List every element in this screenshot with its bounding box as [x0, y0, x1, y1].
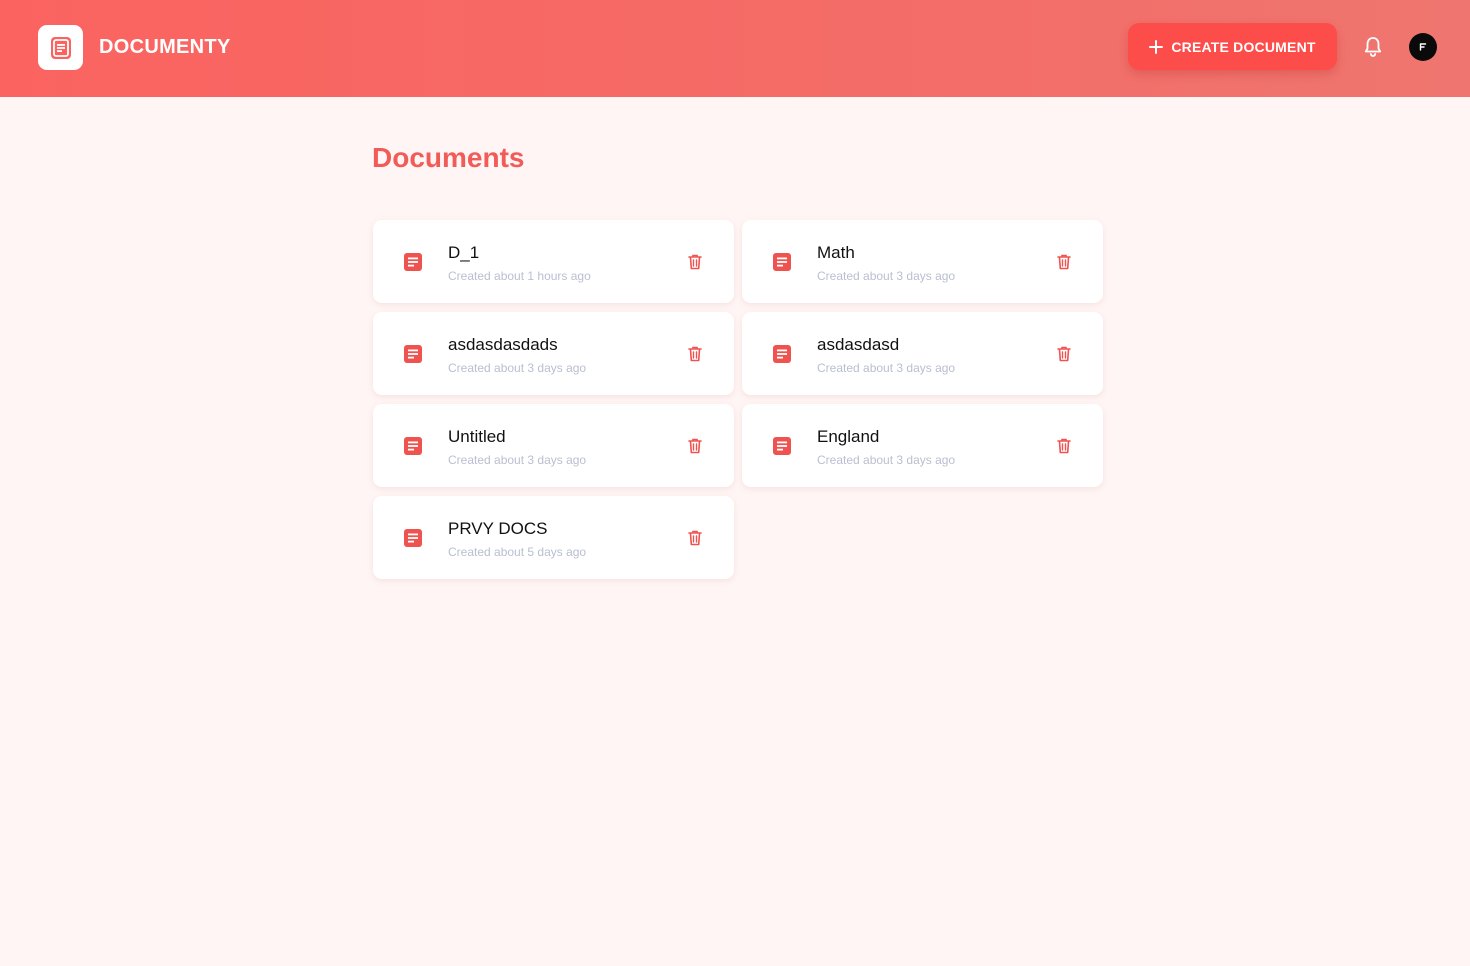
document-icon	[773, 437, 791, 455]
trash-icon	[688, 438, 702, 454]
document-created: Created about 3 days ago	[817, 361, 956, 375]
document-created: Created about 5 days ago	[448, 545, 587, 559]
document-card[interactable]: England Created about 3 days ago	[742, 404, 1103, 487]
page-title: Documents	[372, 142, 525, 173]
document-card[interactable]: Untitled Created about 3 days ago	[373, 404, 734, 487]
document-title: asdasdasdads	[448, 335, 558, 354]
document-icon	[404, 529, 422, 547]
document-card[interactable]: asdasdasdads Created about 3 days ago	[373, 312, 734, 395]
document-created: Created about 3 days ago	[448, 361, 587, 375]
app-header: DOCUMENTY CREATE DOCUMENT	[0, 0, 1470, 97]
delete-document-button[interactable]	[686, 345, 704, 363]
document-icon	[773, 253, 791, 271]
document-icon	[404, 437, 422, 455]
delete-document-button[interactable]	[1055, 253, 1073, 271]
document-card[interactable]: asdasdasd Created about 3 days ago	[742, 312, 1103, 395]
document-logo-icon	[50, 36, 71, 59]
trash-icon	[1057, 254, 1071, 270]
trash-icon	[688, 530, 702, 546]
document-card[interactable]: Math Created about 3 days ago	[742, 220, 1103, 303]
document-created: Created about 1 hours ago	[448, 269, 591, 283]
delete-document-button[interactable]	[1055, 437, 1073, 455]
trash-icon	[688, 346, 702, 362]
document-title: D_1	[448, 243, 480, 262]
bell-icon	[1364, 37, 1382, 57]
document-created: Created about 3 days ago	[817, 453, 956, 467]
document-icon	[404, 253, 422, 271]
document-title: Math	[817, 243, 855, 262]
avatar[interactable]	[1409, 33, 1437, 61]
document-card[interactable]: D_1 Created about 1 hours ago	[373, 220, 734, 303]
trash-icon	[1057, 346, 1071, 362]
app-name: DOCUMENTY	[99, 36, 231, 58]
plus-icon	[1149, 39, 1164, 54]
delete-document-button[interactable]	[686, 529, 704, 547]
document-title: England	[817, 427, 880, 446]
avatar-logo-icon	[1419, 43, 1427, 51]
create-document-button[interactable]: CREATE DOCUMENT	[1128, 23, 1337, 70]
trash-icon	[688, 254, 702, 270]
delete-document-button[interactable]	[686, 437, 704, 455]
create-document-label: CREATE DOCUMENT	[1171, 38, 1316, 55]
document-title: Untitled	[448, 427, 506, 446]
document-title: asdasdasd	[817, 335, 900, 354]
document-icon	[773, 345, 791, 363]
document-created: Created about 3 days ago	[448, 453, 587, 467]
document-created: Created about 3 days ago	[817, 269, 956, 283]
document-title: PRVY DOCS	[448, 519, 548, 538]
app-logo[interactable]	[38, 25, 83, 70]
delete-document-button[interactable]	[1055, 345, 1073, 363]
trash-icon	[1057, 438, 1071, 454]
delete-document-button[interactable]	[686, 253, 704, 271]
document-icon	[404, 345, 422, 363]
document-card[interactable]: PRVY DOCS Created about 5 days ago	[373, 496, 734, 579]
notifications-button[interactable]	[1361, 35, 1385, 59]
